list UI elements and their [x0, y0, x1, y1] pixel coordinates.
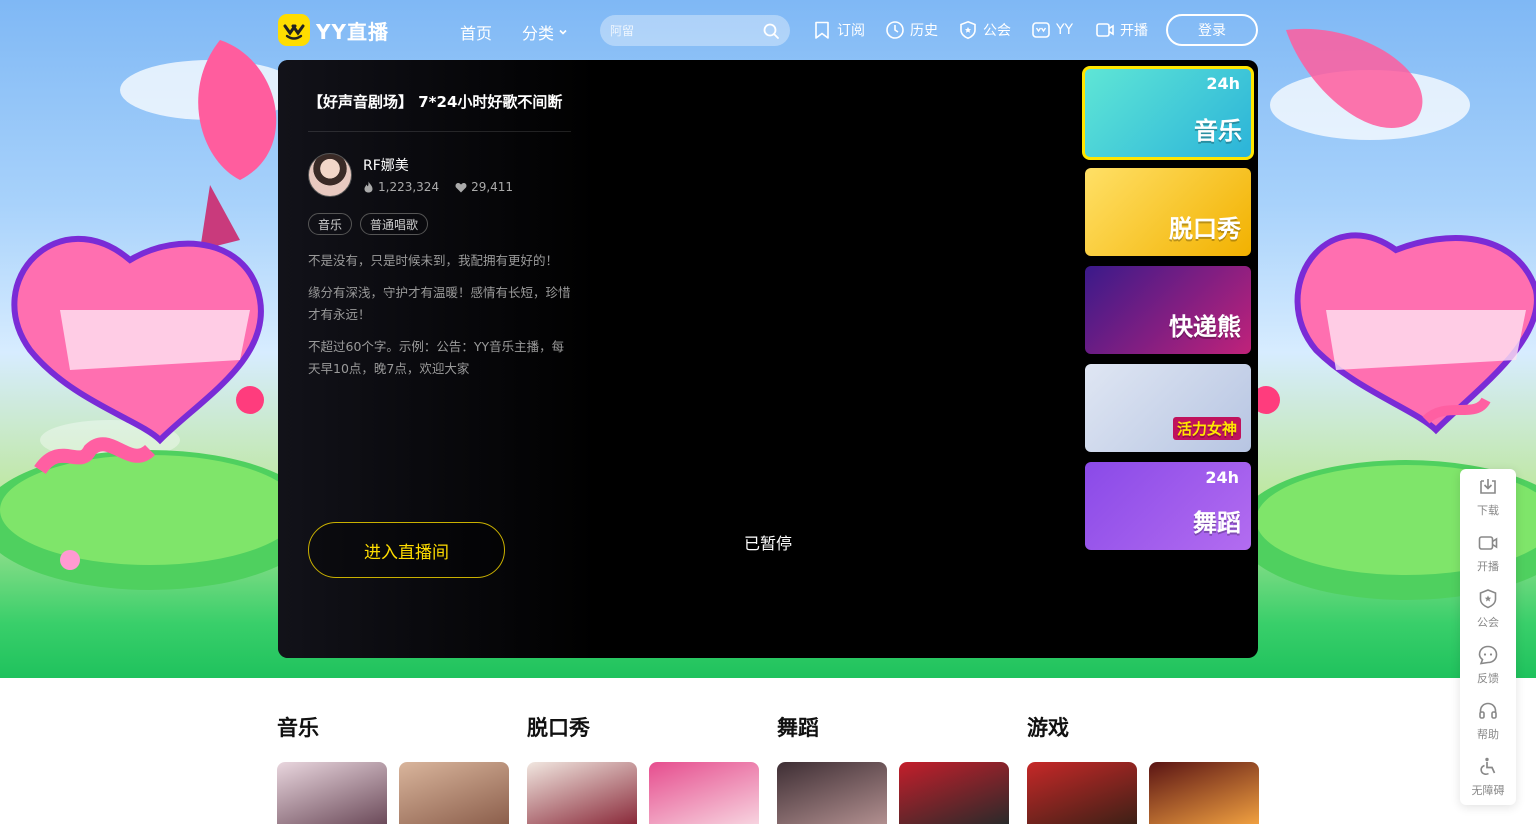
anchor-name[interactable]: RF娜美 [363, 155, 409, 175]
thumbnail-label: 脱口秀 [1169, 215, 1241, 243]
stream-card[interactable] [777, 762, 887, 824]
nav-broadcast[interactable]: 开播 [1095, 20, 1148, 40]
heat-stat: 1,223,324 [363, 180, 439, 194]
flame-icon [364, 181, 373, 193]
info-divider [308, 131, 571, 132]
paused-status: 已暂停 [744, 534, 793, 553]
search-box [600, 15, 790, 46]
float-help-label: 帮助 [1477, 728, 1499, 741]
category-title-label: 音乐 [277, 716, 319, 740]
heart-icon [455, 182, 467, 192]
float-broadcast-label: 开播 [1477, 560, 1499, 573]
yy-logo-icon [278, 14, 310, 46]
float-download-label: 下载 [1477, 504, 1499, 517]
accessibility-icon [1480, 757, 1496, 775]
likes-stat: 29,411 [455, 180, 513, 194]
headset-icon [1479, 702, 1497, 719]
stream-card[interactable] [527, 762, 637, 824]
stream-card[interactable] [399, 762, 509, 824]
enter-live-room-button[interactable]: 进入直播间 [308, 522, 505, 578]
feedback-icon [1478, 645, 1498, 665]
room-description-1: 不是没有，只是时候未到，我配拥有更好的！ [308, 253, 559, 268]
thumbnail-energetic-goddess[interactable]: 活力女神 [1085, 364, 1251, 452]
spring-love-season-art-left [0, 40, 290, 590]
float-accessibility-label: 无障碍 [1471, 784, 1505, 797]
stream-card[interactable] [649, 762, 759, 824]
tag-music[interactable]: 音乐 [308, 213, 353, 235]
stream-card[interactable] [1149, 762, 1259, 824]
stream-card[interactable] [277, 762, 387, 824]
room-title: 【好声音剧场】 7*24小时好歌不间断 [308, 93, 563, 111]
nav-yy[interactable]: YY [1031, 20, 1073, 40]
floating-toolbar: 下载 开播 公会 反馈 帮助 无障碍 [1460, 469, 1516, 805]
yy-app-icon [1032, 22, 1050, 38]
thumbnail-music[interactable]: 24h 音乐 [1082, 66, 1254, 160]
stream-card[interactable] [1027, 762, 1137, 824]
float-accessibility[interactable]: 无障碍 [1460, 749, 1516, 805]
room-description-3: 不超过60个字。示例：公告：YY音乐主播，每天早10点，晚7点，欢迎大家 [308, 339, 565, 376]
heat-value: 1,223,324 [378, 180, 440, 194]
likes-value: 29,411 [471, 180, 514, 194]
yy-live-logo[interactable]: YY直播 [278, 14, 389, 46]
nav-history-label: 历史 [910, 23, 938, 39]
float-feedback-label: 反馈 [1477, 672, 1499, 685]
thumbnail-label: 音乐 [1194, 117, 1242, 145]
nav-guild-label: 公会 [983, 23, 1011, 39]
nav-home[interactable]: 首页 [460, 20, 492, 44]
thumbnail-label: 活力女神 [1172, 417, 1241, 440]
thumbnail-label: 舞蹈 [1193, 509, 1241, 537]
category-title-label: 脱口秀 [527, 716, 590, 740]
login-button[interactable]: 登录 [1166, 14, 1258, 46]
room-tags: 音乐 普通唱歌 [308, 213, 429, 235]
search-icon[interactable] [762, 22, 780, 40]
video-camera-icon [1478, 536, 1498, 550]
stream-card[interactable] [899, 762, 1009, 824]
float-broadcast[interactable]: 开播 [1460, 525, 1516, 581]
anchor-avatar[interactable] [308, 153, 352, 197]
nav-yy-label: YY [1056, 22, 1074, 38]
float-guild-label: 公会 [1477, 616, 1499, 629]
nav-history[interactable]: 历史 [885, 20, 938, 40]
thumbnail-24h-badge: 24h [1206, 74, 1240, 93]
nav-broadcast-label: 开播 [1120, 23, 1148, 39]
float-feedback[interactable]: 反馈 [1460, 637, 1516, 693]
thumbnail-talk-show[interactable]: 脱口秀 [1085, 168, 1251, 256]
download-icon [1480, 479, 1496, 494]
live-player-panel[interactable]: 【好声音剧场】 7*24小时好歌不间断 RF娜美 1,223,324 29,41… [278, 60, 1258, 658]
category-title-talk-show[interactable]: 脱口秀 [527, 712, 590, 742]
video-camera-icon [1096, 23, 1114, 37]
chevron-down-icon [559, 29, 567, 35]
room-description-2: 缘分有深浅，守护才有温暖！感情有长短，珍惜才有永远！ [308, 285, 571, 322]
thumbnail-24h-badge: 24h [1205, 468, 1239, 487]
bookmark-icon [815, 21, 829, 39]
float-help[interactable]: 帮助 [1460, 693, 1516, 749]
category-title-dance[interactable]: 舞蹈 [777, 712, 819, 742]
float-download[interactable]: 下载 [1460, 469, 1516, 525]
anchor-stats: 1,223,324 29,411 [363, 180, 513, 194]
thumbnail-dance[interactable]: 24h 舞蹈 [1085, 462, 1251, 550]
nav-subscribe-label: 订阅 [837, 23, 865, 39]
tag-normal-singing[interactable]: 普通唱歌 [360, 213, 429, 235]
nav-category-label: 分类 [522, 24, 555, 43]
category-title-label: 游戏 [1027, 716, 1069, 740]
shield-icon [1479, 589, 1497, 609]
category-title-game[interactable]: 游戏 [1027, 712, 1069, 742]
shield-icon [960, 20, 976, 40]
float-guild[interactable]: 公会 [1460, 581, 1516, 637]
search-input[interactable] [610, 23, 750, 38]
thumbnail-express-bear[interactable]: 快递熊 [1085, 266, 1251, 354]
nav-guild[interactable]: 公会 [958, 20, 1011, 40]
top-navigation-bar: YY直播 首页 分类 订阅 历史 公会 YY 开播 登录 [0, 0, 1536, 60]
logo-text: YY直播 [316, 19, 389, 44]
thumbnail-label: 快递熊 [1169, 313, 1241, 341]
nav-subscribe[interactable]: 订阅 [812, 20, 865, 40]
nav-category[interactable]: 分类 [522, 20, 568, 44]
category-title-music[interactable]: 音乐 [277, 712, 319, 742]
clock-icon [886, 21, 904, 39]
category-title-label: 舞蹈 [777, 716, 819, 740]
